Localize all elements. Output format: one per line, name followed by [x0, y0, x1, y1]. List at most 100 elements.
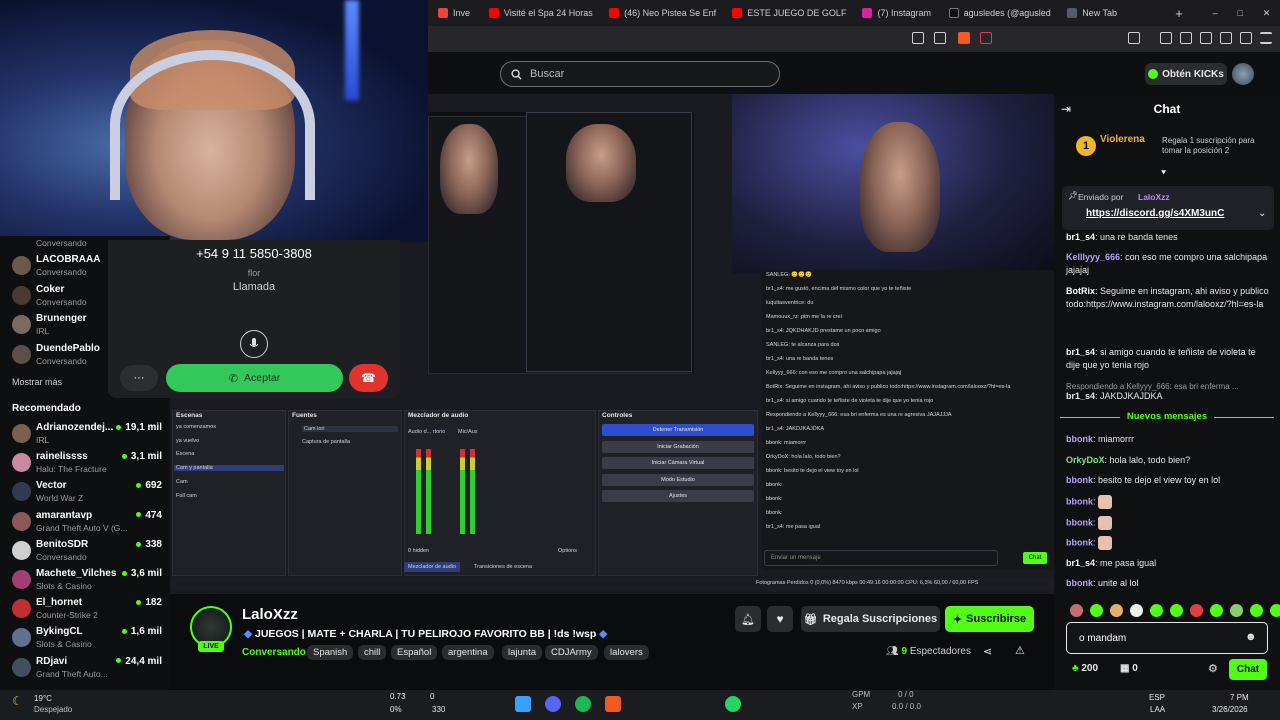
keyboard-layout[interactable]: LAA [1150, 705, 1165, 714]
recommended-channel[interactable]: Adrianozendej... IRL 19,1 mil [12, 420, 162, 448]
recommended-channel[interactable]: amarantavp Grand Theft Auto V (G... 474 [12, 508, 162, 536]
language-indicator[interactable]: ESP [1149, 693, 1165, 702]
notification-bell-button[interactable]: 🔔︎ [735, 606, 761, 632]
emoji-picker-icon[interactable]: ☻ [1245, 631, 1257, 643]
whatsapp-icon[interactable] [725, 696, 741, 712]
tab-3[interactable]: ESTE JUEGO DE GOLF [722, 0, 852, 26]
share-icon[interactable] [934, 32, 946, 44]
user-avatar[interactable] [1232, 63, 1254, 85]
chat-username[interactable]: bbonk [1066, 475, 1093, 485]
chat-username[interactable]: OrkyDoX [1066, 455, 1105, 465]
game-stat: 330 [432, 705, 446, 714]
emote-icon[interactable] [1190, 604, 1203, 617]
clock-date[interactable]: 3/26/2026 [1212, 705, 1248, 714]
stream-tag[interactable]: argentina [442, 645, 494, 660]
minimize-button[interactable]: – [1203, 0, 1228, 26]
recommended-channel[interactable]: BykingCL Slots & Casino 1,6 mil [12, 624, 162, 652]
emote-icon[interactable] [1130, 604, 1143, 617]
stream-chat-line: luquitasventrice: du [766, 300, 814, 306]
panel-icon[interactable] [1180, 32, 1192, 44]
vpn-icon[interactable] [1240, 32, 1252, 44]
menu-icon[interactable] [1260, 32, 1272, 44]
store-count[interactable]: ▦ 0 [1120, 663, 1138, 674]
emote-icon[interactable] [1070, 604, 1083, 617]
chat-message: bbonk: unite al lol [1066, 578, 1139, 588]
chat-username[interactable]: BotRix [1066, 286, 1095, 296]
chat-username[interactable]: bbonk [1066, 578, 1093, 588]
pinned-link[interactable]: https://discord.gg/s4XM3unC [1086, 208, 1224, 219]
channel-name[interactable]: LaloXzz [242, 606, 298, 623]
settings-gear-icon[interactable]: ⚙ [1208, 662, 1218, 675]
emote-icon[interactable] [1250, 604, 1263, 617]
chat-input[interactable]: o mandam [1066, 622, 1268, 654]
tab-4[interactable]: (7) Instagram [852, 0, 938, 26]
emote-icon[interactable] [1170, 604, 1183, 617]
category-link[interactable]: Conversando [242, 647, 306, 658]
tab-1[interactable]: Visité el Spa 24 Horas [479, 0, 599, 26]
recommended-channel[interactable]: Vector World War Z 692 [12, 478, 162, 506]
recommended-channel[interactable]: Machete_Vilches Slots & Casino 3,6 mil [12, 566, 162, 594]
pinned-message: 📌︎ Enviado por LaloXzz https://discord.g… [1062, 186, 1274, 230]
leo-ai-icon[interactable] [1220, 32, 1232, 44]
show-more-link[interactable]: Mostrar más [12, 377, 62, 387]
decline-call-button[interactable]: ☎ [349, 364, 388, 392]
chat-username[interactable]: bbonk [1066, 537, 1093, 547]
close-window-button[interactable]: ✕ [1253, 0, 1280, 26]
tab-5[interactable]: agusledes (@agusled [939, 0, 1058, 26]
discord-icon[interactable] [545, 696, 561, 712]
brave-shield-icon[interactable] [958, 32, 970, 44]
music-icon[interactable] [1160, 32, 1172, 44]
chat-username[interactable]: bbonk [1066, 434, 1093, 444]
emote-icon[interactable] [1150, 604, 1163, 617]
chat-username[interactable]: br1_s4 [1066, 347, 1095, 357]
search-input[interactable]: Buscar [500, 61, 780, 87]
chat-username[interactable]: bbonk [1066, 496, 1093, 506]
stream-tag[interactable]: CDJArmy [545, 645, 598, 660]
more-options-button[interactable]: ··· [120, 365, 158, 391]
spotify-icon[interactable] [575, 696, 591, 712]
recommended-channel[interactable]: BenitoSDR Conversando 338 [12, 537, 162, 565]
emote-icon[interactable] [1110, 604, 1123, 617]
stream-tag[interactable]: Español [391, 645, 438, 660]
emote-icon[interactable] [1210, 604, 1223, 617]
chat-username[interactable]: br1_s4 [1066, 232, 1095, 242]
recommended-channel[interactable]: RDjavi Grand Theft Auto... 24,4 mil [12, 654, 162, 682]
follow-button[interactable]: ♥ [767, 606, 793, 632]
tab-6[interactable]: New Tab [1057, 0, 1125, 26]
recommended-channel[interactable]: rainelissss Halu: The Fracture 3,1 mil [12, 449, 162, 477]
sidebar-toggle-icon[interactable] [1128, 32, 1140, 44]
wallet-icon[interactable] [1200, 32, 1212, 44]
chat-username[interactable]: Kelllyyy_666 [1066, 252, 1120, 262]
stream-tag[interactable]: lalovers [604, 645, 649, 660]
recommended-channel[interactable]: El_hornet Counter-Strike 2 182 [12, 595, 162, 623]
emote-icon[interactable] [1230, 604, 1243, 617]
mute-button[interactable] [240, 330, 268, 358]
brave-rewards-icon[interactable] [980, 32, 992, 44]
chat-username[interactable]: br1_s4 [1066, 558, 1095, 568]
emote-icon[interactable] [1270, 604, 1280, 617]
get-kicks-button[interactable]: Obtén KICKs [1145, 63, 1227, 85]
share-icon[interactable]: ⋖ [983, 645, 992, 658]
expand-leaderboard-icon[interactable]: ⯆ [1160, 168, 1167, 179]
stream-tag[interactable]: lajunta [502, 645, 542, 660]
brave-icon[interactable] [605, 696, 621, 712]
weather-icon[interactable]: ☾ [12, 694, 23, 708]
gift-subs-button[interactable]: 🎁︎ Regala Suscripciones [801, 606, 940, 632]
maximize-button[interactable]: □ [1227, 0, 1252, 26]
subscribe-button[interactable]: ✦ Suscribirse [945, 606, 1034, 632]
channel-name: RDjavi [36, 655, 68, 667]
chat-send-button[interactable]: Chat [1229, 659, 1267, 680]
clock-time[interactable]: 7 PM [1230, 693, 1249, 702]
report-icon[interactable]: ⚠ [1015, 644, 1025, 657]
windows-start-icon[interactable] [515, 696, 531, 712]
tab-2[interactable]: (46) Neo Pistea Se Enf [599, 0, 722, 26]
translate-icon[interactable] [912, 32, 924, 44]
stream-tag[interactable]: chill [358, 645, 387, 660]
accept-call-button[interactable]: ✆ Aceptar [166, 364, 343, 392]
new-tab-button[interactable]: + [1165, 0, 1192, 26]
tab-0[interactable]: Inve [428, 0, 479, 26]
chat-username[interactable]: bbonk [1066, 517, 1093, 527]
emote-icon[interactable] [1090, 604, 1103, 617]
chevron-down-icon[interactable]: ⌄ [1258, 208, 1266, 219]
stream-tag[interactable]: Spanish [307, 645, 354, 660]
